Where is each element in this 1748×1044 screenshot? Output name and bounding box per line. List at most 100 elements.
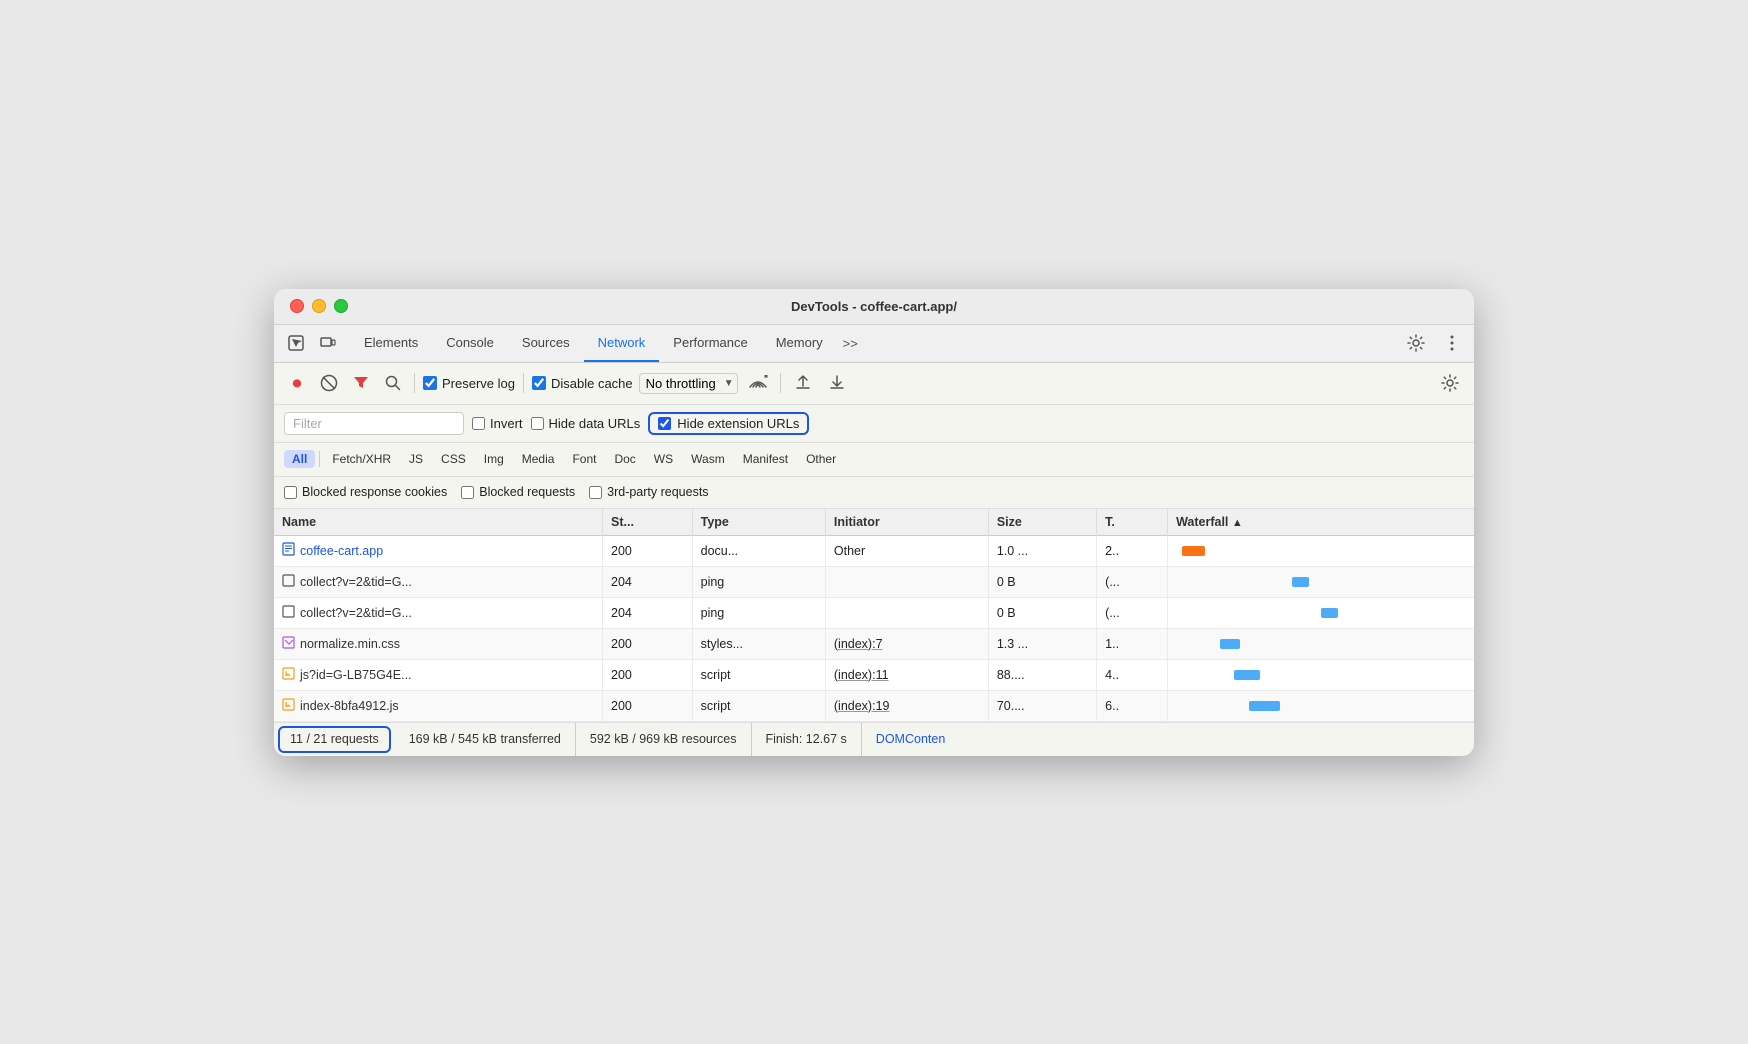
table-row[interactable]: coffee-cart.app 200 docu... Other 1.0 ..… [274, 535, 1474, 566]
row-waterfall [1168, 659, 1474, 690]
col-header-name[interactable]: Name [274, 509, 603, 536]
hide-extension-urls-container: Hide extension URLs [648, 412, 809, 435]
type-btn-font[interactable]: Font [564, 450, 604, 468]
col-header-time[interactable]: T. [1097, 509, 1168, 536]
throttle-wrapper: No throttling Fast 3G Slow 3G Offline ▼ [639, 373, 738, 394]
settings-icon[interactable] [1402, 329, 1430, 357]
row-status: 200 [603, 690, 693, 721]
minimize-button[interactable] [312, 299, 326, 313]
type-btn-wasm[interactable]: Wasm [683, 450, 733, 468]
upload-icon[interactable] [789, 369, 817, 397]
tab-performance[interactable]: Performance [659, 324, 761, 362]
disable-cache-label[interactable]: Disable cache [532, 376, 633, 391]
css-icon [282, 636, 295, 652]
device-icon[interactable] [314, 329, 342, 357]
blocked-cookies-label[interactable]: Blocked response cookies [284, 485, 447, 499]
preserve-log-label[interactable]: Preserve log [423, 376, 515, 391]
invert-checkbox[interactable] [472, 417, 485, 430]
blocked-requests-label[interactable]: Blocked requests [461, 485, 575, 499]
type-btn-ws[interactable]: WS [646, 450, 681, 468]
table-row[interactable]: collect?v=2&tid=G... 204 ping 0 B (... [274, 597, 1474, 628]
dom-content-status: DOMConten [862, 732, 959, 746]
tab-memory[interactable]: Memory [762, 324, 837, 362]
col-header-type[interactable]: Type [692, 509, 825, 536]
row-status: 200 [603, 659, 693, 690]
row-size: 0 B [988, 597, 1096, 628]
invert-label[interactable]: Invert [472, 416, 523, 431]
tab-sources[interactable]: Sources [508, 324, 584, 362]
script-icon-1 [282, 667, 295, 683]
row-initiator[interactable]: (index):19 [825, 690, 988, 721]
row-initiator[interactable]: (index):11 [825, 659, 988, 690]
row-type: styles... [692, 628, 825, 659]
blocked-requests-checkbox[interactable] [461, 486, 474, 499]
type-btn-all[interactable]: All [284, 450, 315, 468]
type-btn-fetch-xhr[interactable]: Fetch/XHR [324, 450, 399, 468]
clear-button[interactable] [316, 370, 342, 396]
inspect-icon[interactable] [282, 329, 310, 357]
hide-data-urls-label[interactable]: Hide data URLs [531, 416, 641, 431]
type-separator [319, 451, 320, 467]
network-throttle-icon[interactable] [744, 369, 772, 397]
row-time: 1.. [1097, 628, 1168, 659]
download-icon[interactable] [823, 369, 851, 397]
type-btn-media[interactable]: Media [514, 450, 563, 468]
blocked-cookies-checkbox[interactable] [284, 486, 297, 499]
network-settings-icon[interactable] [1436, 369, 1464, 397]
network-toolbar: ⏺ Preserve log Disable cache [274, 363, 1474, 405]
type-btn-js[interactable]: JS [401, 450, 431, 468]
status-bar: 11 / 21 requests 169 kB / 545 kB transfe… [274, 722, 1474, 756]
table-row[interactable]: index-8bfa4912.js 200 script (index):19 … [274, 690, 1474, 721]
row-time: (... [1097, 566, 1168, 597]
row-initiator[interactable]: (index):7 [825, 628, 988, 659]
table-row[interactable]: js?id=G-LB75G4E... 200 script (index):11… [274, 659, 1474, 690]
more-menu-icon[interactable] [1438, 329, 1466, 357]
hide-data-urls-checkbox[interactable] [531, 417, 544, 430]
maximize-button[interactable] [334, 299, 348, 313]
close-button[interactable] [290, 299, 304, 313]
row-name: collect?v=2&tid=G... [274, 597, 603, 628]
ping-icon-2 [282, 605, 295, 621]
network-table: Name St... Type Initiator Size T. Waterf… [274, 509, 1474, 722]
throttle-select[interactable]: No throttling Fast 3G Slow 3G Offline [639, 373, 738, 394]
record-button[interactable]: ⏺ [284, 370, 310, 396]
tab-more-button[interactable]: >> [837, 336, 864, 351]
type-filter-row: All Fetch/XHR JS CSS Img Media Font Doc … [274, 443, 1474, 477]
filter-icon[interactable] [348, 370, 374, 396]
devtools-window: DevTools - coffee-cart.app/ Elements Con… [274, 289, 1474, 756]
table-row[interactable]: normalize.min.css 200 styles... (index):… [274, 628, 1474, 659]
type-btn-css[interactable]: CSS [433, 450, 474, 468]
hide-ext-urls-label[interactable]: Hide extension URLs [658, 416, 799, 431]
search-icon[interactable] [380, 370, 406, 396]
filter-input[interactable] [284, 412, 464, 435]
type-btn-doc[interactable]: Doc [606, 450, 643, 468]
row-name: collect?v=2&tid=G... [274, 566, 603, 597]
type-btn-manifest[interactable]: Manifest [735, 450, 796, 468]
third-party-checkbox[interactable] [589, 486, 602, 499]
preserve-log-checkbox[interactable] [423, 376, 437, 390]
type-btn-img[interactable]: Img [476, 450, 512, 468]
col-header-status[interactable]: St... [603, 509, 693, 536]
tab-elements[interactable]: Elements [350, 324, 432, 362]
row-time: (... [1097, 597, 1168, 628]
disable-cache-checkbox[interactable] [532, 376, 546, 390]
row-type: ping [692, 597, 825, 628]
row-time: 2.. [1097, 535, 1168, 566]
col-header-size[interactable]: Size [988, 509, 1096, 536]
hide-ext-urls-checkbox[interactable] [658, 417, 671, 430]
row-name: normalize.min.css [274, 628, 603, 659]
row-type: script [692, 659, 825, 690]
third-party-requests-label[interactable]: 3rd-party requests [589, 485, 708, 499]
resources-status: 592 kB / 969 kB resources [576, 723, 752, 756]
type-btn-other[interactable]: Other [798, 450, 844, 468]
row-time: 6.. [1097, 690, 1168, 721]
table-row[interactable]: collect?v=2&tid=G... 204 ping 0 B (... [274, 566, 1474, 597]
row-waterfall [1168, 597, 1474, 628]
col-header-initiator[interactable]: Initiator [825, 509, 988, 536]
filter-row: Invert Hide data URLs Hide extension URL… [274, 405, 1474, 443]
col-header-waterfall[interactable]: Waterfall ▲ [1168, 509, 1474, 536]
titlebar: DevTools - coffee-cart.app/ [274, 289, 1474, 325]
tab-console[interactable]: Console [432, 324, 508, 362]
row-waterfall [1168, 566, 1474, 597]
tab-network[interactable]: Network [584, 324, 660, 362]
